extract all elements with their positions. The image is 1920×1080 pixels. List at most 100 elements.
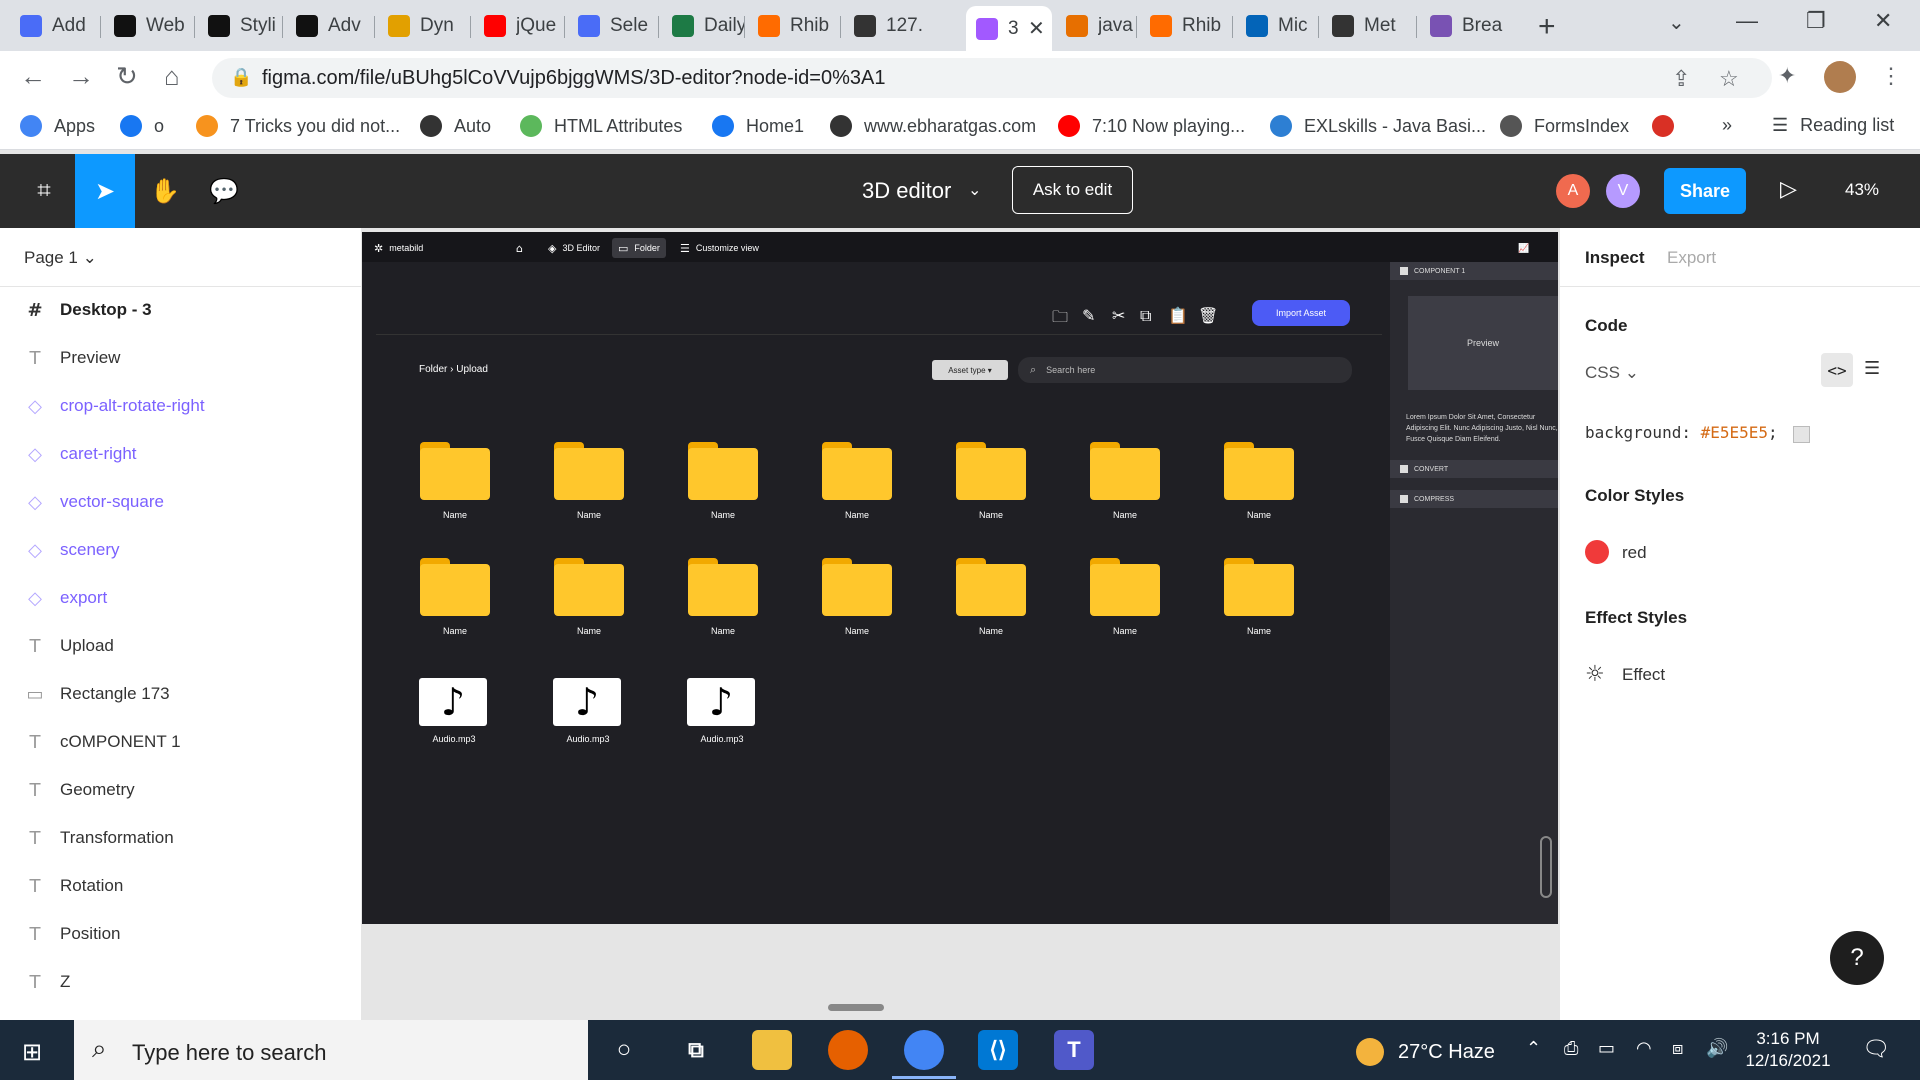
- extensions-icon[interactable]: ✦: [1778, 63, 1796, 89]
- avatar[interactable]: A: [1556, 174, 1590, 208]
- design-frame[interactable]: ✲ metabild ⌂ ◈ 3D Editor ▭ Folder ☰ Customiz…: [362, 232, 1558, 924]
- bookmark-item[interactable]: [1652, 115, 1686, 137]
- search-input[interactable]: ⌕ Search here: [1018, 357, 1352, 383]
- layer-item[interactable]: T Transformation: [0, 818, 362, 858]
- help-button[interactable]: ?: [1830, 931, 1884, 985]
- windows-start-icon[interactable]: ⊞: [22, 1038, 42, 1066]
- browser-tab[interactable]: 3 ✕: [966, 6, 1052, 51]
- url-text[interactable]: figma.com/file/uBUhg5lCoVVujp6bjggWMS/3D…: [262, 67, 885, 90]
- task-view-icon[interactable]: ⧉: [676, 1030, 716, 1070]
- bookmark-item[interactable]: FormsIndex: [1500, 115, 1629, 137]
- rename-icon[interactable]: ✎: [1082, 306, 1095, 325]
- file-explorer-icon[interactable]: [752, 1030, 792, 1070]
- browser-tab[interactable]: Styli: [198, 8, 282, 44]
- asset-type-dropdown[interactable]: Asset type ▾: [932, 360, 1008, 380]
- meet-now-icon[interactable]: ⎙: [1564, 1038, 1578, 1059]
- bookmark-item[interactable]: Home1: [712, 115, 804, 137]
- layer-item[interactable]: ◇ caret-right: [0, 434, 362, 474]
- zoom-level[interactable]: 43%: [1845, 180, 1879, 200]
- language-select[interactable]: CSS ⌄: [1585, 363, 1639, 383]
- browser-tab[interactable]: Met: [1322, 8, 1416, 44]
- tab-inspect[interactable]: Inspect: [1585, 248, 1645, 268]
- bookmark-item[interactable]: Auto: [420, 115, 491, 137]
- chrome-menu-icon[interactable]: ⋮: [1880, 63, 1902, 89]
- browser-tab[interactable]: 127.: [844, 8, 934, 44]
- nav-customize-view[interactable]: ☰ Customize view: [674, 238, 765, 258]
- omnibox[interactable]: 🔒 figma.com/file/uBUhg5lCoVVujp6bjggWMS/…: [212, 58, 1772, 98]
- display-icon[interactable]: ⧈: [1672, 1038, 1683, 1059]
- system-clock[interactable]: 3:16 PM 12/16/2021: [1740, 1028, 1836, 1072]
- color-style-name[interactable]: red: [1622, 543, 1647, 563]
- nav-3d-editor[interactable]: ◈ 3D Editor: [542, 238, 606, 258]
- share-page-icon[interactable]: ⇪: [1672, 66, 1690, 92]
- chart-icon[interactable]: 📈: [1512, 238, 1535, 258]
- bookmark-item[interactable]: o: [120, 115, 164, 137]
- new-tab-button[interactable]: +: [1538, 10, 1556, 44]
- present-play-icon[interactable]: ▷: [1780, 176, 1797, 202]
- taskbar-search-input[interactable]: ⌕ Type here to search: [74, 1020, 588, 1080]
- battery-icon[interactable]: ▭: [1598, 1038, 1615, 1059]
- avatar[interactable]: V: [1606, 174, 1640, 208]
- chrome-icon[interactable]: [904, 1030, 944, 1070]
- bookmark-item[interactable]: 7 Tricks you did not...: [196, 115, 400, 137]
- file-title-chevron-icon[interactable]: ⌄: [968, 180, 981, 200]
- layer-item[interactable]: ◇ export: [0, 578, 362, 618]
- profile-avatar[interactable]: [1824, 61, 1856, 93]
- paste-icon[interactable]: 📋: [1168, 306, 1188, 325]
- home-icon[interactable]: ⌂: [164, 61, 180, 92]
- layer-item[interactable]: T Geometry: [0, 770, 362, 810]
- code-view-icon[interactable]: <>: [1821, 353, 1853, 387]
- browser-tab[interactable]: Rhib: [1140, 8, 1232, 44]
- back-icon[interactable]: ←: [20, 61, 46, 92]
- figma-menu-icon[interactable]: ⌗: [14, 154, 74, 228]
- weather-widget[interactable]: 27°C Haze: [1356, 1038, 1495, 1066]
- layer-item[interactable]: # Desktop - 3: [0, 290, 362, 330]
- layer-item[interactable]: TcOMPONENT 1: [0, 722, 362, 762]
- layer-item[interactable]: TZ: [0, 962, 362, 1002]
- browser-tab[interactable]: Brea: [1420, 8, 1510, 44]
- canvas-horizontal-scrollbar[interactable]: [828, 1004, 884, 1011]
- close-window-icon[interactable]: ✕: [1874, 8, 1892, 34]
- nav-folder[interactable]: ▭ Folder: [612, 238, 666, 258]
- minimize-icon[interactable]: —: [1736, 8, 1758, 34]
- layer-item[interactable]: ◇ crop-alt-rotate-right: [0, 386, 362, 426]
- component-header[interactable]: COMPONENT 1: [1390, 262, 1558, 280]
- close-tab-icon[interactable]: ✕: [1028, 16, 1045, 41]
- browser-tab[interactable]: Web: [104, 8, 194, 44]
- reading-list-button[interactable]: ☰ Reading list: [1772, 115, 1894, 136]
- teams-icon[interactable]: T: [1054, 1030, 1094, 1070]
- vscode-icon[interactable]: ⟨⟩: [978, 1030, 1018, 1070]
- bookmark-item[interactable]: 7:10 Now playing...: [1058, 115, 1245, 137]
- reload-icon[interactable]: ↻: [116, 61, 138, 92]
- ask-to-edit-button[interactable]: Ask to edit: [1012, 166, 1133, 214]
- cut-icon[interactable]: ✂: [1112, 306, 1125, 325]
- layer-item[interactable]: ▭ Rectangle 173: [0, 674, 362, 714]
- browser-tab[interactable]: Rhib: [748, 8, 840, 44]
- home-icon[interactable]: ⌂: [510, 238, 535, 258]
- import-asset-button[interactable]: Import Asset: [1252, 300, 1350, 326]
- compress-section[interactable]: COMPRESS: [1390, 490, 1558, 508]
- volume-icon[interactable]: 🔊: [1706, 1038, 1728, 1059]
- browser-tab[interactable]: Mic: [1236, 8, 1318, 44]
- browser-tab[interactable]: Daily: [662, 8, 744, 44]
- chevron-up-icon[interactable]: ⌃: [1526, 1038, 1541, 1059]
- list-view-icon[interactable]: ☰: [1864, 358, 1880, 379]
- move-tool-icon[interactable]: ➤: [75, 154, 135, 228]
- copy-icon[interactable]: ⧉: [1140, 306, 1151, 326]
- wifi-icon[interactable]: ◠: [1636, 1038, 1652, 1059]
- bookmarks-overflow-icon[interactable]: »: [1722, 115, 1732, 136]
- layer-item[interactable]: T Upload: [0, 626, 362, 666]
- firefox-icon[interactable]: [828, 1030, 868, 1070]
- browser-tab[interactable]: java: [1056, 8, 1136, 44]
- bookmark-item[interactable]: Apps: [20, 115, 95, 137]
- browser-tab[interactable]: Dyn: [378, 8, 470, 44]
- cortana-icon[interactable]: ○: [604, 1030, 644, 1070]
- browser-tab[interactable]: Sele: [568, 8, 658, 44]
- effect-name[interactable]: Effect: [1622, 665, 1665, 685]
- design-scroll-indicator[interactable]: [1540, 836, 1552, 898]
- notification-icon[interactable]: 🗨: [1862, 1036, 1890, 1062]
- bookmark-item[interactable]: www.ebharatgas.com: [830, 115, 1036, 137]
- layer-item[interactable]: ◇ scenery: [0, 530, 362, 570]
- bookmark-item[interactable]: HTML Attributes: [520, 115, 682, 137]
- restore-icon[interactable]: ❐: [1806, 8, 1826, 34]
